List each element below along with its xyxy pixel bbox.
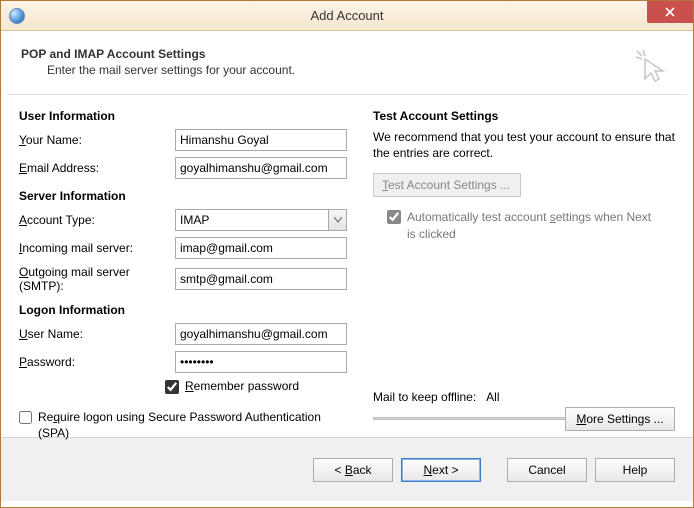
remember-password-label: Remember password xyxy=(185,379,299,393)
cancel-button[interactable]: Cancel xyxy=(507,458,587,482)
app-icon xyxy=(9,8,25,24)
test-account-title: Test Account Settings xyxy=(373,109,675,123)
require-spa-label: Require logon using Secure Password Auth… xyxy=(38,410,339,441)
user-name-label: User Name: xyxy=(19,327,175,341)
account-type-value: IMAP xyxy=(180,213,209,227)
wizard-header: POP and IMAP Account Settings Enter the … xyxy=(7,37,687,95)
server-information-title: Server Information xyxy=(19,189,351,203)
require-spa-checkbox[interactable] xyxy=(19,411,32,424)
your-name-input[interactable] xyxy=(175,129,347,151)
page-subtitle: Enter the mail server settings for your … xyxy=(47,63,673,77)
test-account-button[interactable]: Test Account Settings ... xyxy=(373,173,521,197)
left-column: User Information Your Name: Email Addres… xyxy=(19,99,351,437)
close-button[interactable] xyxy=(647,1,693,23)
remember-password-row: Remember password xyxy=(165,379,351,394)
email-address-input[interactable] xyxy=(175,157,347,179)
remember-password-checkbox[interactable] xyxy=(165,380,179,394)
password-input[interactable] xyxy=(175,351,347,373)
page-title: POP and IMAP Account Settings xyxy=(21,47,673,61)
password-label: Password: xyxy=(19,355,175,369)
back-button[interactable]: < Back xyxy=(313,458,393,482)
titlebar: Add Account xyxy=(1,1,693,31)
chevron-down-icon xyxy=(328,210,346,230)
window-title: Add Account xyxy=(1,8,693,23)
logon-information-title: Logon Information xyxy=(19,303,351,317)
cursor-icon xyxy=(633,47,669,86)
auto-test-label: Automatically test account settings when… xyxy=(407,209,657,241)
mail-offline-label: Mail to keep offline: xyxy=(373,390,476,404)
account-type-label: Account Type: xyxy=(19,213,175,227)
close-icon xyxy=(665,7,675,17)
user-information-title: User Information xyxy=(19,109,351,123)
help-button[interactable]: Help xyxy=(595,458,675,482)
test-account-description: We recommend that you test your account … xyxy=(373,129,675,161)
incoming-server-input[interactable] xyxy=(175,237,347,259)
require-spa-row: Require logon using Secure Password Auth… xyxy=(19,410,339,441)
your-name-label: Your Name: xyxy=(19,133,175,147)
more-settings-button[interactable]: More Settings ... xyxy=(565,407,675,431)
email-address-label: Email Address: xyxy=(19,161,175,175)
content: User Information Your Name: Email Addres… xyxy=(7,95,687,437)
right-column: Test Account Settings We recommend that … xyxy=(373,99,675,437)
user-name-input[interactable] xyxy=(175,323,347,345)
auto-test-row: Automatically test account settings when… xyxy=(387,209,675,241)
incoming-server-label: Incoming mail server: xyxy=(19,241,175,255)
footer: < Back Next > Cancel Help xyxy=(1,437,693,501)
account-type-select[interactable]: IMAP xyxy=(175,209,347,231)
next-button[interactable]: Next > xyxy=(401,458,481,482)
outgoing-server-input[interactable] xyxy=(175,268,347,290)
auto-test-checkbox[interactable] xyxy=(387,210,401,224)
mail-offline-value: All xyxy=(486,390,499,404)
outgoing-server-label: Outgoing mail server (SMTP): xyxy=(19,265,175,293)
